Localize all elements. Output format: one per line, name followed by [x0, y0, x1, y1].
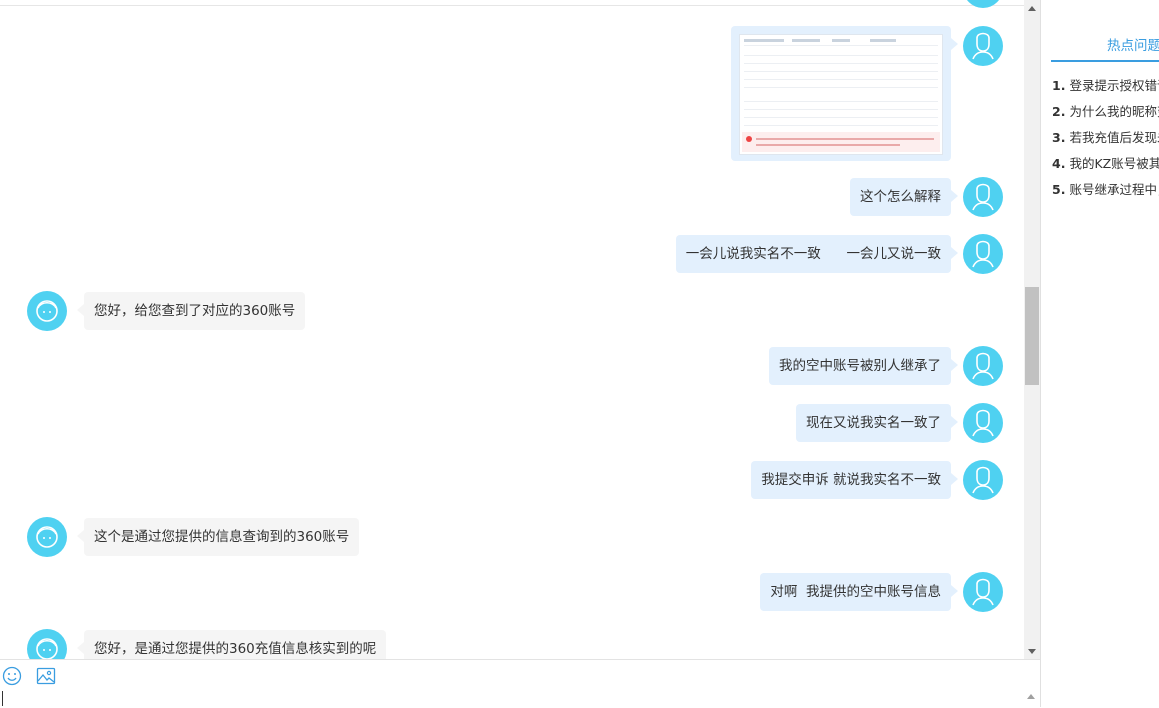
user-message-row: 现在又说我实名一致了 — [0, 403, 1024, 443]
faq-item[interactable]: 1.登录提示授权错误 — [1052, 75, 1159, 94]
agent-avatar — [27, 517, 67, 557]
user-message-row: 我提交申诉 就说我实名不一致 — [0, 460, 1024, 500]
agent-avatar — [27, 291, 67, 331]
agent-message-bubble: 您好，给您查到了对应的360账号 — [76, 292, 306, 330]
chat-scrollbar[interactable] — [1024, 0, 1040, 659]
faq-item[interactable]: 2.为什么我的昵称变 — [1052, 101, 1159, 120]
hot-questions-panel: 热点问题 1.登录提示授权错误 2.为什么我的昵称变 3.若我充值后发现未 4.… — [1041, 0, 1159, 707]
text-cursor — [2, 691, 3, 706]
scroll-down-arrow-icon[interactable] — [1028, 649, 1036, 654]
faq-item[interactable]: 5.账号继承过程中， — [1052, 179, 1159, 198]
user-avatar — [963, 403, 1003, 443]
agent-message-row: 您好，是通过您提供的360充值信息核实到的呢 — [0, 629, 600, 659]
agent-message-bubble: 您好，是通过您提供的360充值信息核实到的呢 — [76, 630, 387, 659]
input-scroll-up-icon[interactable] — [1027, 694, 1035, 699]
scrollbar-thumb[interactable] — [1025, 287, 1039, 385]
user-message-row: 这个怎么解释 — [0, 177, 1024, 217]
user-avatar — [963, 572, 1003, 612]
user-message-row: 一会儿说我实名不一致 一会儿又说一致 — [0, 234, 1024, 274]
user-avatar — [963, 26, 1003, 66]
user-message-bubble: 我的空中账号被别人继承了 — [769, 347, 958, 385]
image-upload-icon[interactable] — [36, 666, 56, 690]
user-avatar — [963, 177, 1003, 217]
user-message-bubble: 我提交申诉 就说我实名不一致 — [751, 461, 958, 499]
scroll-up-arrow-icon[interactable] — [1028, 6, 1036, 11]
user-message-bubble: 一会儿说我实名不一致 一会儿又说一致 — [675, 235, 959, 273]
agent-avatar — [27, 629, 67, 659]
message-input-area[interactable] — [0, 659, 1040, 708]
chat-message-area: 这个怎么解释 一会儿说我实名不一致 一会儿又说一致 您好，给您查到了对应的360… — [0, 0, 1024, 659]
image-message[interactable] — [731, 26, 958, 161]
user-message-row: 我的空中账号被别人继承了 — [0, 346, 1024, 386]
agent-message-row: 这个是通过您提供的信息查询到的360账号 — [0, 517, 600, 557]
faq-item[interactable]: 4.我的KZ账号被其他 — [1052, 153, 1159, 172]
agent-message-bubble: 这个是通过您提供的信息查询到的360账号 — [76, 518, 360, 556]
agent-message-row: 您好，给您查到了对应的360账号 — [0, 291, 600, 331]
active-tab-indicator — [1051, 60, 1159, 62]
tab-hot-questions[interactable]: 热点问题 — [1107, 34, 1159, 54]
user-message-bubble: 现在又说我实名一致了 — [796, 404, 958, 442]
user-avatar — [963, 460, 1003, 500]
user-avatar — [963, 234, 1003, 274]
emoji-icon[interactable] — [2, 666, 22, 690]
user-message-bubble: 这个怎么解释 — [850, 178, 958, 216]
user-message-bubble: 对啊 我提供的空中账号信息 — [760, 573, 958, 611]
user-message-row: 对啊 我提供的空中账号信息 — [0, 572, 1024, 612]
user-message-row — [0, 0, 1024, 165]
screenshot-thumbnail — [739, 34, 943, 155]
faq-item[interactable]: 3.若我充值后发现未 — [1052, 127, 1159, 146]
user-avatar — [963, 346, 1003, 386]
